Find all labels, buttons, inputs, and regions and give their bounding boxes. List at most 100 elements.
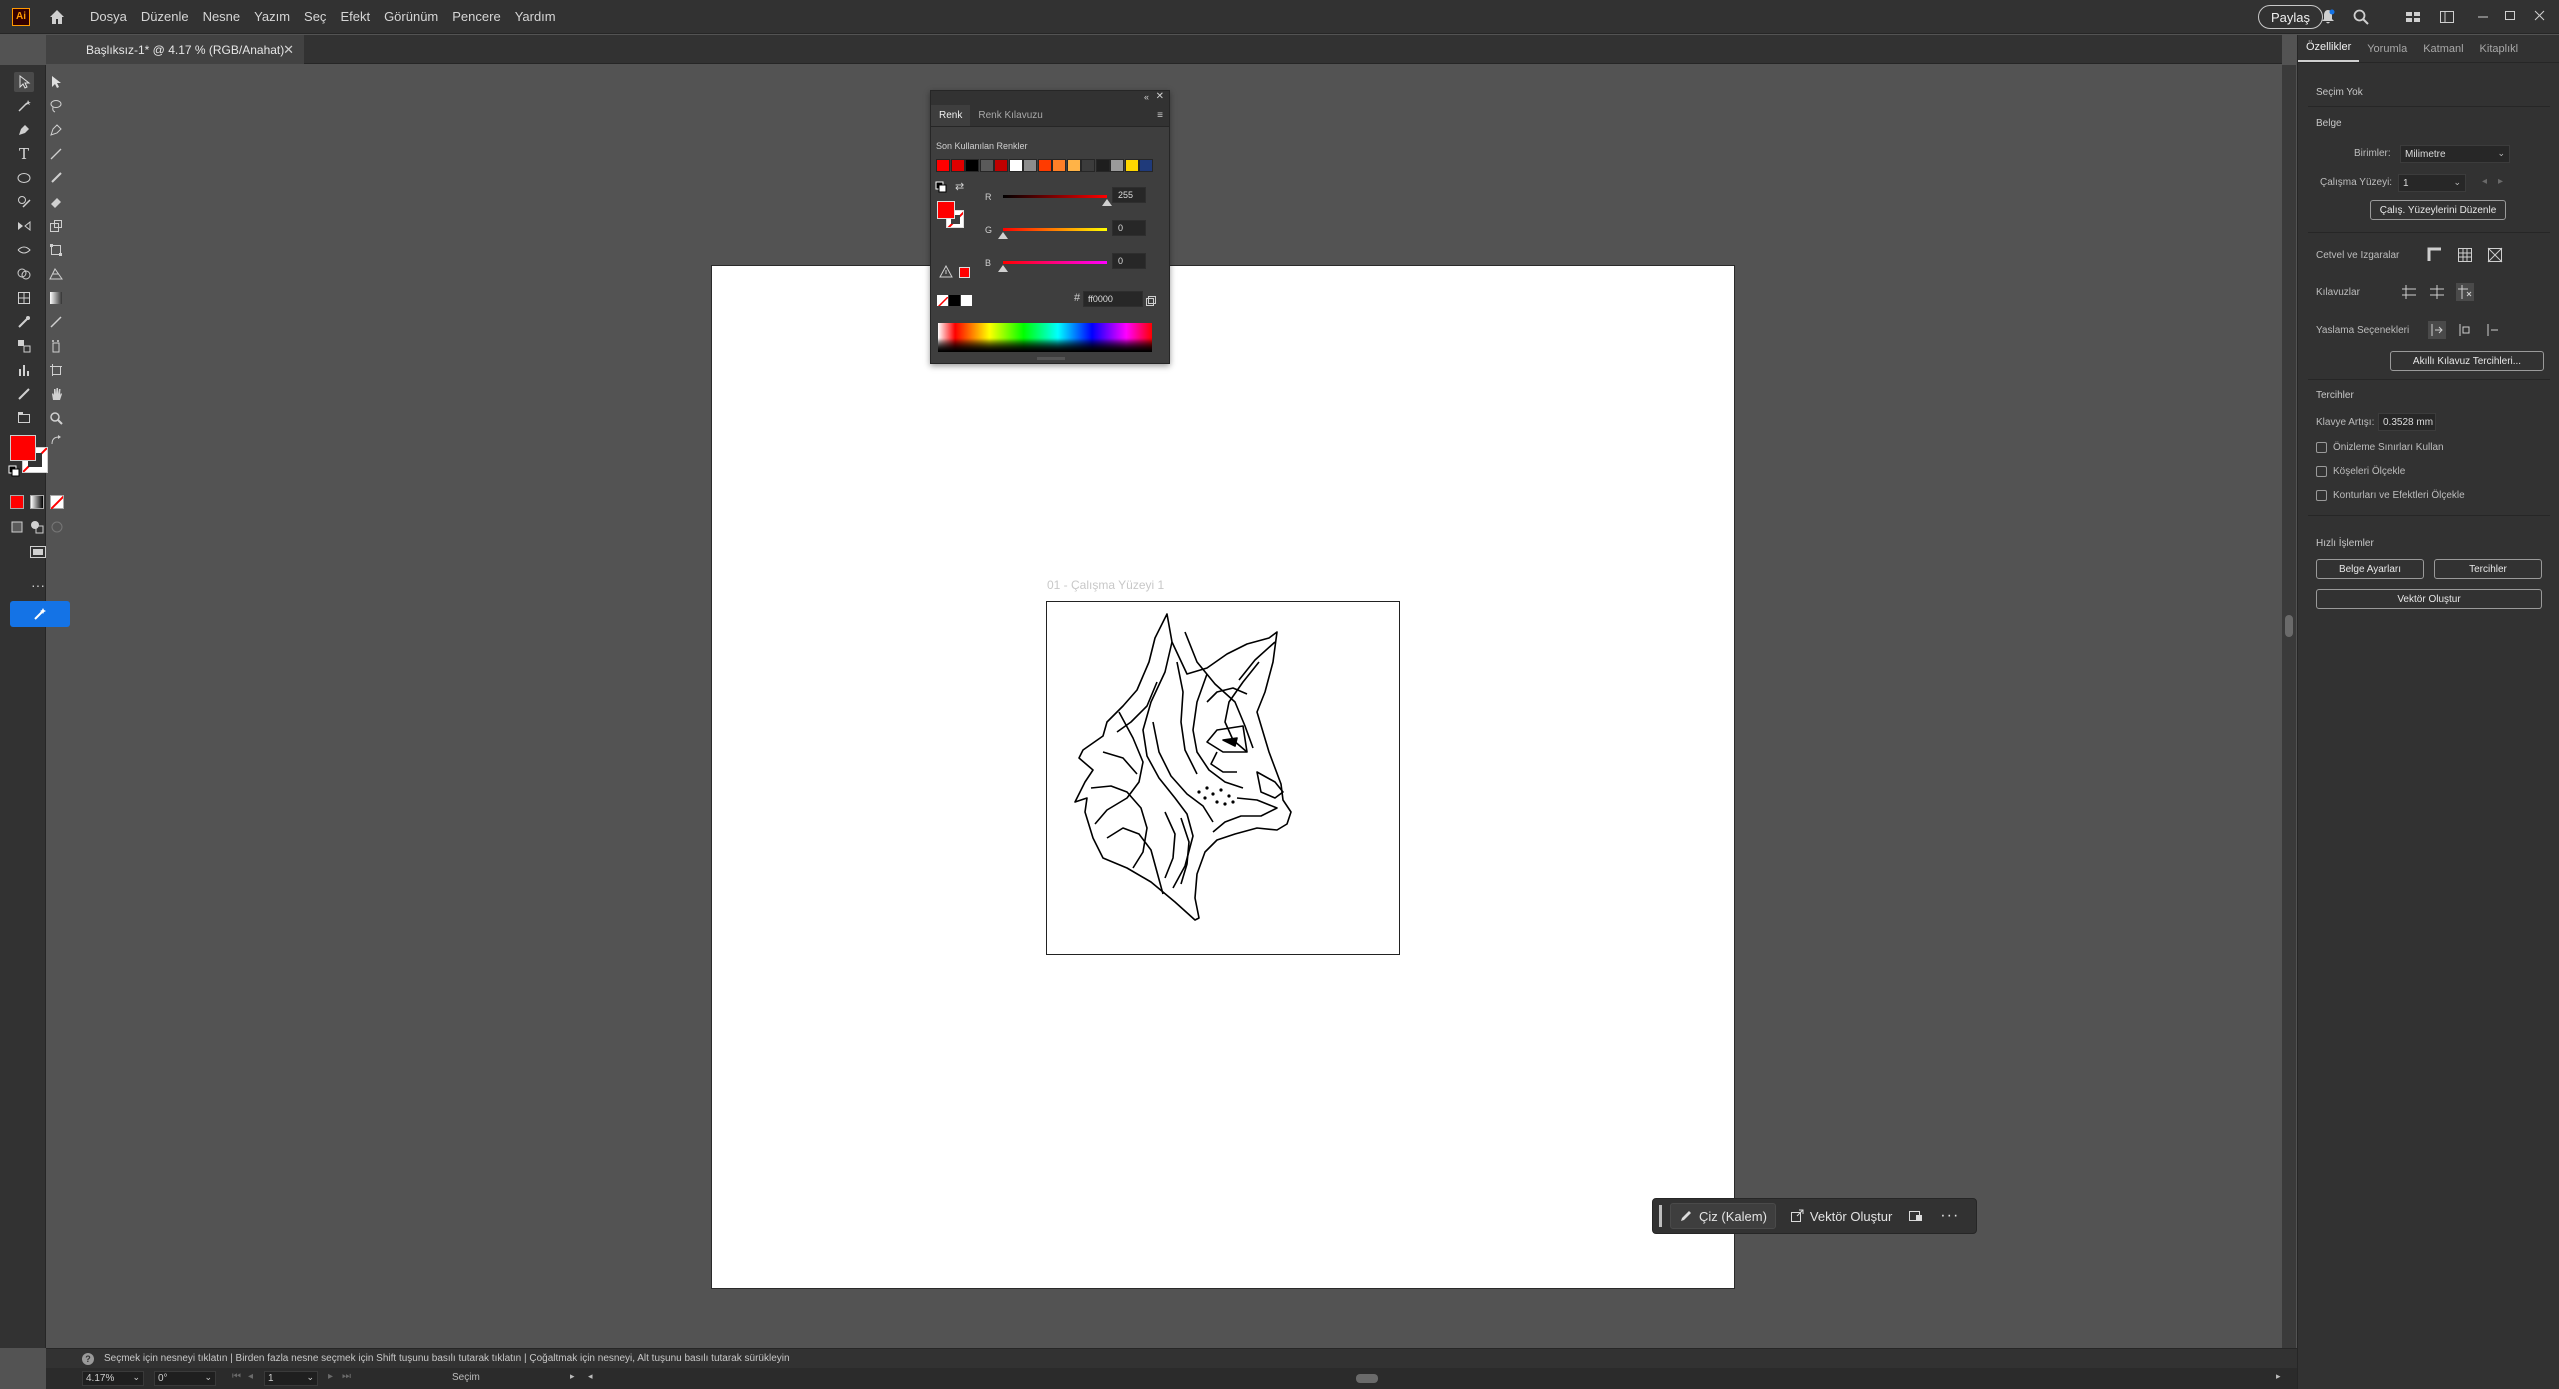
wolf-head-artwork[interactable]: [1047, 602, 1399, 954]
channel-value-input[interactable]: 0: [1112, 253, 1146, 269]
share-button[interactable]: Paylaş: [2258, 5, 2324, 29]
tab-interpret[interactable]: Yorumla: [2359, 43, 2415, 62]
help-icon[interactable]: ?: [82, 1353, 94, 1365]
measure-tool-icon[interactable]: [46, 312, 66, 332]
document-setup-button[interactable]: Belge Ayarları: [2316, 559, 2424, 579]
menu-help[interactable]: Yardım: [515, 9, 556, 24]
zoom-field[interactable]: 4.17% ⌄: [82, 1371, 144, 1386]
channel-slider-track[interactable]: [1003, 195, 1107, 198]
curvature-tool-icon[interactable]: [46, 120, 66, 140]
tab-layers[interactable]: Katmanl: [2415, 43, 2471, 62]
menu-window[interactable]: Pencere: [452, 9, 500, 24]
scroll-thumb[interactable]: [2285, 615, 2293, 637]
next-artboard-nav-icon[interactable]: ▸: [328, 1371, 333, 1382]
current-tool-status[interactable]: Seçim: [452, 1372, 480, 1383]
grid-icon[interactable]: [2456, 246, 2474, 264]
close-icon[interactable]: [2531, 8, 2549, 26]
close-tab-icon[interactable]: ✕: [283, 42, 294, 58]
prev-artboard-icon[interactable]: ◂: [2482, 176, 2487, 187]
magic-wand-tool-icon[interactable]: [14, 96, 34, 116]
line-segment-tool-icon[interactable]: [46, 144, 66, 164]
panel-resize-grip[interactable]: [1037, 357, 1065, 360]
drag-handle-icon[interactable]: [1659, 1205, 1662, 1227]
type-tool-icon[interactable]: T: [14, 144, 34, 164]
draw-inside-icon[interactable]: [50, 520, 64, 534]
last-artboard-icon[interactable]: ⏭: [342, 1371, 351, 1382]
color-mode-icon[interactable]: [10, 495, 24, 509]
keyboard-increment-input[interactable]: 0.3528 mm: [2378, 413, 2436, 431]
minimize-icon[interactable]: [2474, 8, 2492, 26]
artboard-nav-field[interactable]: 1 ⌄: [264, 1371, 318, 1386]
channel-value-input[interactable]: 255: [1112, 187, 1146, 203]
recent-swatch[interactable]: [950, 159, 965, 172]
draw-normal-icon[interactable]: [10, 520, 24, 534]
artboard-label[interactable]: 01 - Çalışma Yüzeyi 1: [1047, 578, 1164, 592]
tab-color[interactable]: Renk: [931, 105, 971, 126]
channel-slider-thumb[interactable]: [998, 232, 1008, 239]
home-icon[interactable]: [46, 6, 68, 28]
check-scale-strokes[interactable]: Konturları ve Efektleri Ölçekle: [2316, 490, 2465, 501]
channel-slider-track[interactable]: [1003, 261, 1107, 264]
recent-swatch[interactable]: [1110, 159, 1124, 172]
default-colors-icon[interactable]: [8, 465, 20, 477]
default-fill-stroke-icon[interactable]: [935, 180, 947, 193]
color-spectrum[interactable]: [938, 323, 1152, 352]
more-options-icon[interactable]: ···: [1932, 1203, 1967, 1229]
mesh-tool-icon[interactable]: [14, 288, 34, 308]
none-swatch[interactable]: [937, 295, 948, 306]
lasso-tool-icon[interactable]: [46, 96, 66, 116]
menu-file[interactable]: Dosya: [90, 9, 127, 24]
draw-behind-icon[interactable]: [30, 520, 44, 534]
column-graph-tool-icon[interactable]: [14, 360, 34, 380]
shaper-tool-icon[interactable]: [14, 192, 34, 212]
menu-view[interactable]: Görünüm: [384, 9, 438, 24]
swap-fill-stroke-icon[interactable]: [50, 435, 62, 447]
recent-swatch[interactable]: [1095, 159, 1110, 172]
snap-point-icon[interactable]: [2428, 321, 2446, 339]
black-swatch[interactable]: [949, 295, 960, 306]
vertical-scrollbar[interactable]: [2282, 65, 2296, 1348]
eyedropper-tool-icon[interactable]: [14, 312, 34, 332]
tab-color-guide[interactable]: Renk Kılavuzu: [970, 110, 1050, 126]
channel-value-input[interactable]: 0: [1112, 220, 1146, 236]
recent-swatch[interactable]: [994, 159, 1008, 172]
arrange-icon[interactable]: [1900, 1203, 1932, 1229]
smart-guide-prefs-button[interactable]: Akıllı Kılavuz Tercihleri...: [2390, 351, 2544, 371]
panel-close-icon[interactable]: ✕: [1156, 91, 1164, 102]
panel-menu-icon[interactable]: ≡: [1157, 110, 1163, 121]
slice-tool-icon[interactable]: [14, 384, 34, 404]
recent-swatch[interactable]: [1052, 159, 1066, 172]
snap-pixel-icon[interactable]: [2456, 321, 2474, 339]
reflect-tool-icon[interactable]: [14, 216, 34, 236]
eraser-tool-icon[interactable]: [46, 192, 66, 212]
status-menu-icon[interactable]: ▸: [570, 1371, 575, 1382]
artboard-tool-icon[interactable]: [46, 360, 66, 380]
generative-icon[interactable]: [10, 601, 70, 627]
shape-builder-tool-icon[interactable]: [14, 264, 34, 284]
zoom-tool-icon[interactable]: [46, 408, 66, 428]
preferences-button[interactable]: Tercihler: [2434, 559, 2542, 579]
channel-slider-thumb[interactable]: [998, 265, 1008, 272]
draw-pen-button[interactable]: Çiz (Kalem): [1670, 1203, 1776, 1229]
hscroll-left-icon[interactable]: ◂: [588, 1371, 593, 1382]
document-tab[interactable]: Başlıksız-1* @ 4.17 % (RGB/Anahat) ✕: [46, 35, 304, 64]
prev-artboard-nav-icon[interactable]: ◂: [248, 1371, 253, 1382]
ruler-icon[interactable]: [2426, 246, 2444, 264]
copy-hex-icon[interactable]: [1145, 294, 1157, 312]
fill-color-swatch[interactable]: [10, 435, 36, 461]
out-of-gamut-warning-icon[interactable]: [939, 264, 953, 283]
gradient-tool-icon[interactable]: [46, 288, 66, 308]
check-scale-corners[interactable]: Köşeleri Ölçekle: [2316, 466, 2405, 477]
recent-swatch[interactable]: [979, 159, 994, 172]
units-select[interactable]: Milimetre ⌄: [2400, 145, 2510, 163]
bell-icon[interactable]: [2319, 8, 2337, 26]
arrange-panels-icon[interactable]: [2438, 8, 2456, 26]
white-swatch[interactable]: [961, 295, 972, 306]
collapse-icon[interactable]: «: [1144, 92, 1149, 102]
guides-lock-icon[interactable]: [2428, 283, 2446, 301]
menu-edit[interactable]: Düzenle: [141, 9, 189, 24]
menu-effect[interactable]: Efekt: [340, 9, 370, 24]
transparency-grid-icon[interactable]: [2486, 246, 2504, 264]
more-tools-icon[interactable]: ···: [28, 575, 48, 595]
search-icon[interactable]: [2352, 8, 2370, 26]
